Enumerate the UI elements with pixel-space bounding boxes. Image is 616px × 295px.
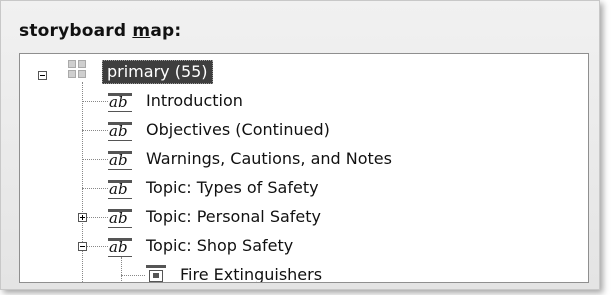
tree-node-label[interactable]: Topic: Personal Safety <box>146 204 321 230</box>
tree-line <box>121 257 122 282</box>
text-ab-icon: ab <box>108 178 132 200</box>
text-ab-icon: ab <box>108 120 132 142</box>
storyboard-tree[interactable]: primary (55) ab Introduction ab Objectiv… <box>19 53 589 283</box>
tree-node-label[interactable]: Introduction <box>146 88 243 114</box>
tree-node-label[interactable]: Topic: Shop Safety <box>146 233 293 259</box>
tree-node-label[interactable]: Topic: Types of Safety <box>146 175 319 201</box>
tree-node-label[interactable]: Fire Extinguishers <box>180 262 322 282</box>
grid-icon <box>68 60 88 80</box>
panel-title-mnemonic: m <box>132 21 151 41</box>
text-ab-icon: ab <box>108 236 132 258</box>
tree-line <box>121 275 145 276</box>
text-ab-icon: ab <box>108 207 132 229</box>
tree-line <box>82 159 108 160</box>
tree-line <box>82 188 108 189</box>
storyboard-map-panel: storyboard map: primary (55) ab Introduc… <box>0 0 600 290</box>
tree-node-label[interactable]: Objectives (Continued) <box>146 117 330 143</box>
tree-line <box>82 130 108 131</box>
panel-title-part: ap: <box>150 21 182 41</box>
panel-title-part: storyboard <box>19 21 133 41</box>
page-graphic-icon <box>146 264 166 282</box>
collapse-icon[interactable] <box>78 242 87 251</box>
tree-line <box>87 246 108 247</box>
tree-node-label[interactable]: primary (55) <box>102 60 213 84</box>
text-ab-icon: ab <box>108 149 132 171</box>
expand-icon[interactable] <box>78 213 87 222</box>
tree-node-label[interactable]: Warnings, Cautions, and Notes <box>146 146 392 172</box>
tree-line <box>82 82 83 282</box>
collapse-icon[interactable] <box>38 71 47 80</box>
tree-line <box>82 101 108 102</box>
text-ab-icon: ab <box>108 91 132 113</box>
tree-line <box>87 217 108 218</box>
panel-title: storyboard map: <box>19 21 181 41</box>
